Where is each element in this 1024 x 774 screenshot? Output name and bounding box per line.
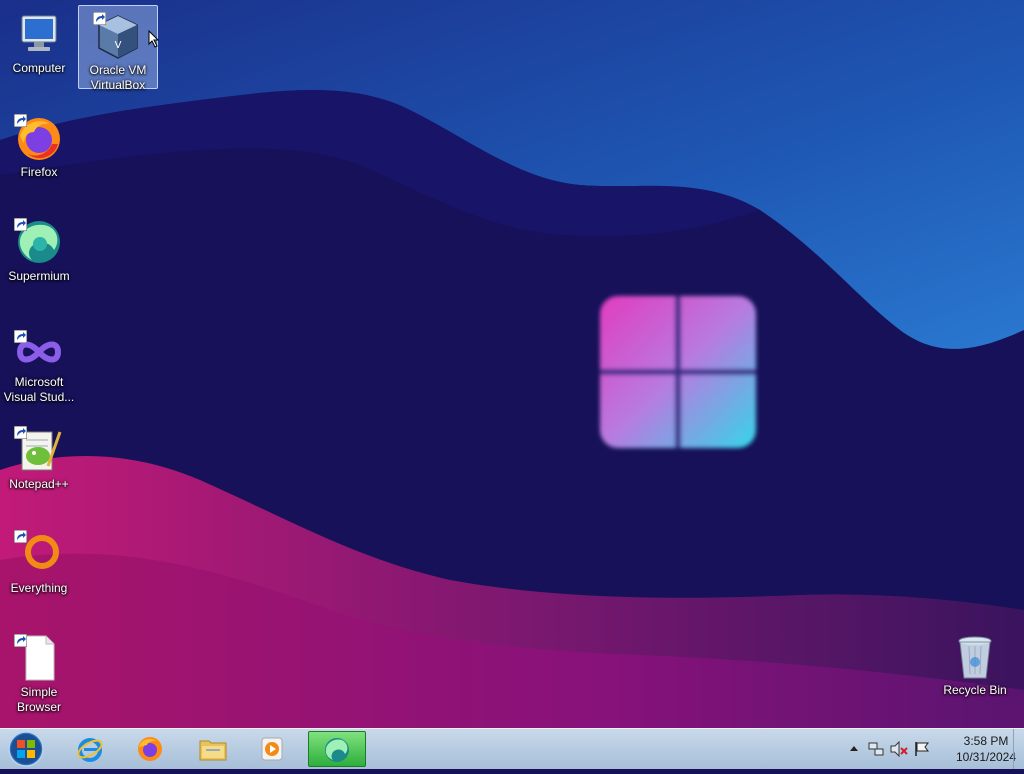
desktop-icon-label: Everything xyxy=(10,581,68,595)
shortcut-arrow-icon xyxy=(93,12,106,25)
start-button[interactable] xyxy=(4,729,48,769)
system-tray: 3:58 PM 10/31/2024 xyxy=(834,729,1024,769)
taskbar-media-player[interactable] xyxy=(244,731,300,767)
desktop-icon-everything[interactable]: Everything xyxy=(0,524,78,596)
volume-muted-icon[interactable] xyxy=(890,741,908,757)
supermium-icon xyxy=(325,738,349,762)
desktop-icon-label: Firefox xyxy=(20,165,58,179)
taskbar-clock[interactable]: 3:58 PM 10/31/2024 xyxy=(950,733,1022,765)
folder-icon xyxy=(199,740,227,761)
windows-start-icon xyxy=(8,731,44,767)
mouse-cursor-icon xyxy=(148,30,160,48)
shortcut-arrow-icon xyxy=(14,114,27,127)
shortcut-arrow-icon xyxy=(14,218,27,231)
firefox-icon xyxy=(138,737,162,761)
desktop-icon-firefox[interactable]: Firefox xyxy=(0,108,78,180)
media-player-icon xyxy=(261,737,283,761)
taskbar-file-explorer[interactable] xyxy=(184,731,240,767)
shortcut-arrow-icon xyxy=(14,530,27,543)
desktop-icon-label: Simple Browser xyxy=(16,685,61,714)
taskbar-firefox[interactable] xyxy=(122,731,178,767)
recycle-bin-icon xyxy=(958,636,992,679)
show-hidden-icons-arrow[interactable] xyxy=(850,745,858,751)
desktop-icon-label: Computer xyxy=(12,61,66,75)
shortcut-arrow-icon xyxy=(14,426,27,439)
desktop-icon-simple-browser[interactable]: Simple Browser xyxy=(0,628,78,715)
shortcut-arrow-icon xyxy=(14,330,27,343)
desktop-icon-recycle-bin[interactable]: Recycle Bin xyxy=(936,626,1014,698)
network-icon[interactable] xyxy=(868,741,884,757)
clock-time: 3:58 PM xyxy=(963,734,1009,748)
desktop[interactable]: Computer V Oracle VM VirtualBox Firefox … xyxy=(0,0,1024,728)
desktop-icon-label: Notepad++ xyxy=(9,477,69,491)
desktop-icon-label: Supermium xyxy=(8,269,70,283)
wallpaper xyxy=(0,0,1024,728)
desktop-icon-computer[interactable]: Computer xyxy=(0,4,78,76)
computer-icon xyxy=(21,15,57,51)
shortcut-arrow-icon xyxy=(14,634,27,647)
internet-explorer-icon xyxy=(77,738,103,762)
taskbar-internet-explorer[interactable] xyxy=(62,731,118,767)
taskbar: 3:58 PM 10/31/2024 xyxy=(0,728,1024,769)
desktop-icon-supermium[interactable]: Supermium xyxy=(0,212,78,284)
clock-date: 10/31/2024 xyxy=(955,750,1017,764)
desktop-icon-visual-studio[interactable]: Microsoft Visual Stud... xyxy=(0,324,78,405)
taskbar-supermium-active[interactable] xyxy=(308,731,366,767)
desktop-icon-label: Recycle Bin xyxy=(943,683,1007,697)
desktop-icon-label: Oracle VM VirtualBox xyxy=(89,63,147,92)
desktop-icon-notepadpp[interactable]: Notepad++ xyxy=(0,420,78,492)
action-center-flag-icon[interactable] xyxy=(914,741,930,757)
desktop-icon-virtualbox[interactable]: V Oracle VM VirtualBox xyxy=(78,5,158,92)
svg-text:V: V xyxy=(115,40,122,51)
show-desktop-button[interactable] xyxy=(1013,729,1024,769)
desktop-icon-label: Microsoft Visual Stud... xyxy=(3,375,75,404)
windows-logo-wallpaper xyxy=(600,296,756,448)
